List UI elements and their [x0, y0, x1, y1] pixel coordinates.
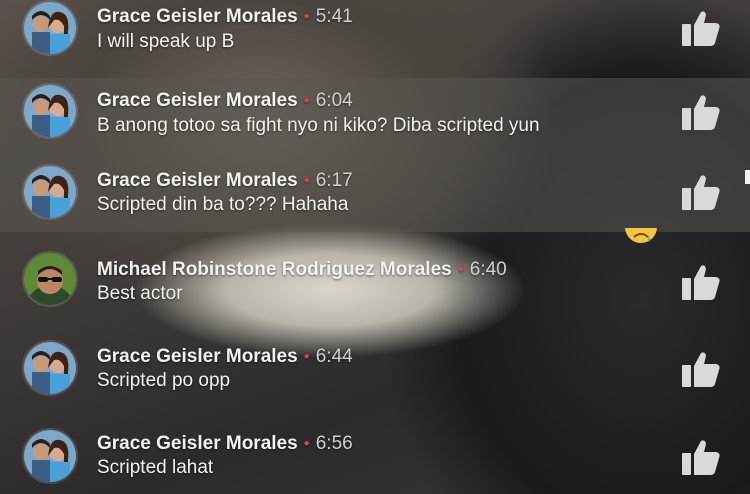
- separator-dot: ●: [303, 351, 310, 363]
- comment-time: 6:44: [315, 346, 353, 367]
- like-button[interactable]: [680, 92, 722, 132]
- comment-item: Grace Geisler Morales ● 6:56 Scripted laha…: [0, 414, 750, 494]
- comment-time: 6:17: [315, 170, 353, 191]
- comment-text: Scripted din ba to??? Hahaha: [97, 194, 349, 215]
- comment-text: I will speak up B: [97, 31, 235, 52]
- comment-time: 6:56: [315, 433, 353, 454]
- like-button[interactable]: [680, 262, 722, 302]
- avatar[interactable]: [22, 428, 78, 484]
- thumbs-up-icon: [682, 11, 720, 46]
- comment-author[interactable]: Grace Geisler Morales ● 6:17: [97, 170, 353, 192]
- thumbs-up-icon: [682, 265, 720, 300]
- comment-text: B anong totoo sa fight nyo ni kiko? Diba…: [97, 115, 540, 136]
- thumbs-up-icon: [682, 352, 720, 387]
- like-button[interactable]: [680, 8, 722, 48]
- comment-author[interactable]: Grace Geisler Morales ● 6:04: [97, 90, 353, 112]
- avatar[interactable]: [22, 83, 78, 139]
- comment-item: Grace Geisler Morales ● 6:44 Scripted po o…: [0, 326, 750, 408]
- separator-dot: ●: [303, 175, 310, 187]
- thumbs-up-icon: [682, 175, 720, 210]
- separator-dot: ●: [457, 264, 464, 276]
- separator-dot: ●: [303, 95, 310, 107]
- comment-text: Best actor: [97, 283, 183, 304]
- author-name[interactable]: Grace Geisler Morales: [97, 433, 298, 454]
- avatar[interactable]: [22, 251, 78, 307]
- separator-dot: ●: [303, 11, 310, 23]
- comment-text: Scripted po opp: [97, 370, 231, 391]
- comment-time: 5:41: [315, 6, 353, 27]
- comment-author[interactable]: Grace Geisler Morales ● 5:41: [97, 6, 353, 28]
- comment-item: Grace Geisler Morales ● 6:17 Scripted din …: [0, 156, 750, 232]
- comment-item: Grace Geisler Morales ● 5:41 I will speak …: [0, 0, 750, 78]
- author-name[interactable]: Michael Robinstone Rodriguez Morales: [97, 259, 452, 280]
- avatar[interactable]: [22, 340, 78, 396]
- separator-dot: ●: [303, 438, 310, 450]
- author-name[interactable]: Grace Geisler Morales: [97, 346, 298, 367]
- comment-item: Michael Robinstone Rodriguez Morales ● 6:4…: [0, 238, 750, 320]
- like-button[interactable]: [680, 437, 722, 477]
- author-name[interactable]: Grace Geisler Morales: [97, 170, 298, 191]
- comment-author[interactable]: Grace Geisler Morales ● 6:44: [97, 346, 353, 368]
- like-button[interactable]: [680, 349, 722, 389]
- scroll-marker: [745, 170, 750, 184]
- comment-text: Scripted lahat: [97, 457, 214, 478]
- comment-time: 6:40: [469, 259, 507, 280]
- comment-item: Grace Geisler Morales ● 6:04 B anong totoo…: [0, 78, 750, 156]
- avatar[interactable]: [22, 164, 78, 220]
- thumbs-up-icon: [682, 440, 720, 475]
- avatar[interactable]: [22, 0, 78, 56]
- like-button[interactable]: [680, 172, 722, 212]
- comment-author[interactable]: Grace Geisler Morales ● 6:56: [97, 433, 353, 455]
- live-comment-feed: Grace Geisler Morales ● 5:41 I will speak …: [0, 0, 750, 494]
- author-name[interactable]: Grace Geisler Morales: [97, 6, 298, 27]
- comment-author[interactable]: Michael Robinstone Rodriguez Morales ● 6:4…: [97, 259, 507, 281]
- thumbs-up-icon: [682, 95, 720, 130]
- author-name[interactable]: Grace Geisler Morales: [97, 90, 298, 111]
- comment-time: 6:04: [315, 90, 353, 111]
